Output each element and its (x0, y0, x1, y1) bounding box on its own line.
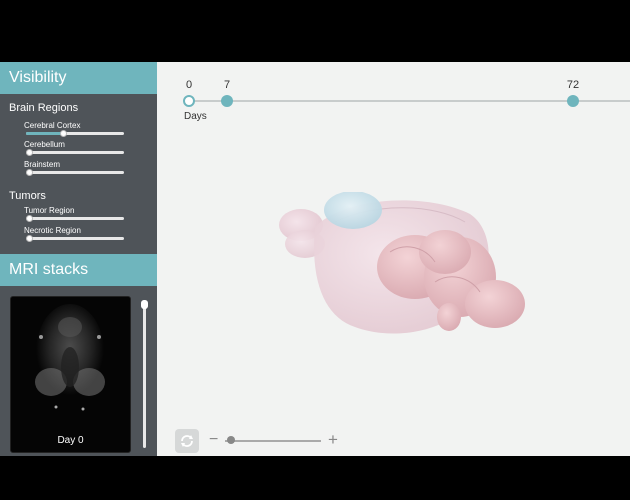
brain-regions-title: Brain Regions (9, 102, 79, 114)
tumor-region-slider[interactable] (26, 215, 124, 222)
zoom-slider[interactable] (225, 440, 321, 442)
timeline-unit-label: Days (184, 111, 207, 122)
brain-3d-model[interactable] (275, 192, 540, 367)
cerebral-cortex-slider[interactable] (26, 130, 124, 137)
brainstem-slider[interactable] (26, 169, 124, 176)
brainstem-shape (465, 280, 525, 328)
timeline-label-7: 7 (223, 79, 231, 91)
rotate-button[interactable] (175, 429, 199, 453)
brainstem-shape (437, 303, 461, 331)
zoom-slider-knob[interactable] (226, 436, 235, 444)
tumors-title: Tumors (9, 190, 46, 202)
tumor-region-label: Tumor Region (24, 206, 75, 215)
timepoint-72-marker[interactable] (567, 95, 579, 107)
3d-viewer[interactable]: 0 7 72 Days − + (157, 62, 630, 456)
slider-knob[interactable] (26, 215, 33, 222)
timepoint-7-marker[interactable] (221, 95, 233, 107)
slider-knob[interactable] (60, 130, 68, 137)
timeline-track[interactable] (189, 100, 630, 102)
sidebar: Visibility Brain Regions Cerebral Cortex… (0, 62, 157, 456)
necrotic-region-slider[interactable] (26, 235, 124, 242)
timepoint-0-marker[interactable] (183, 95, 195, 107)
mri-day-label: Day 0 (57, 435, 84, 446)
tumor-region-shape (324, 192, 382, 229)
mri-slice-viewer[interactable]: Day 0 (10, 296, 131, 453)
brainstem-label: Brainstem (24, 160, 61, 169)
mri-slice-image (35, 304, 105, 411)
cerebral-cortex-label: Cerebral Cortex (24, 121, 81, 130)
zoom-in-button[interactable]: + (328, 431, 338, 448)
app-window: Visibility Brain Regions Cerebral Cortex… (0, 62, 630, 456)
mri-stacks-header: MRI stacks (0, 254, 157, 286)
necrotic-region-label: Necrotic Region (24, 226, 81, 235)
slider-knob[interactable] (26, 169, 33, 176)
slider-fill (26, 132, 64, 135)
timeline-label-72: 72 (566, 79, 580, 91)
rotate-icon (181, 435, 193, 447)
slider-knob[interactable] (26, 149, 33, 156)
cerebellum-shape (419, 230, 471, 274)
slider-knob[interactable] (26, 235, 33, 242)
timeline-label-0: 0 (185, 79, 193, 91)
zoom-out-button[interactable]: − (209, 432, 218, 448)
cerebellum-slider[interactable] (26, 149, 124, 156)
cerebellum-label: Cerebellum (24, 140, 65, 149)
mri-slice-slider[interactable] (141, 300, 148, 448)
visibility-header: Visibility (0, 62, 157, 94)
slice-slider-knob[interactable] (141, 300, 148, 309)
